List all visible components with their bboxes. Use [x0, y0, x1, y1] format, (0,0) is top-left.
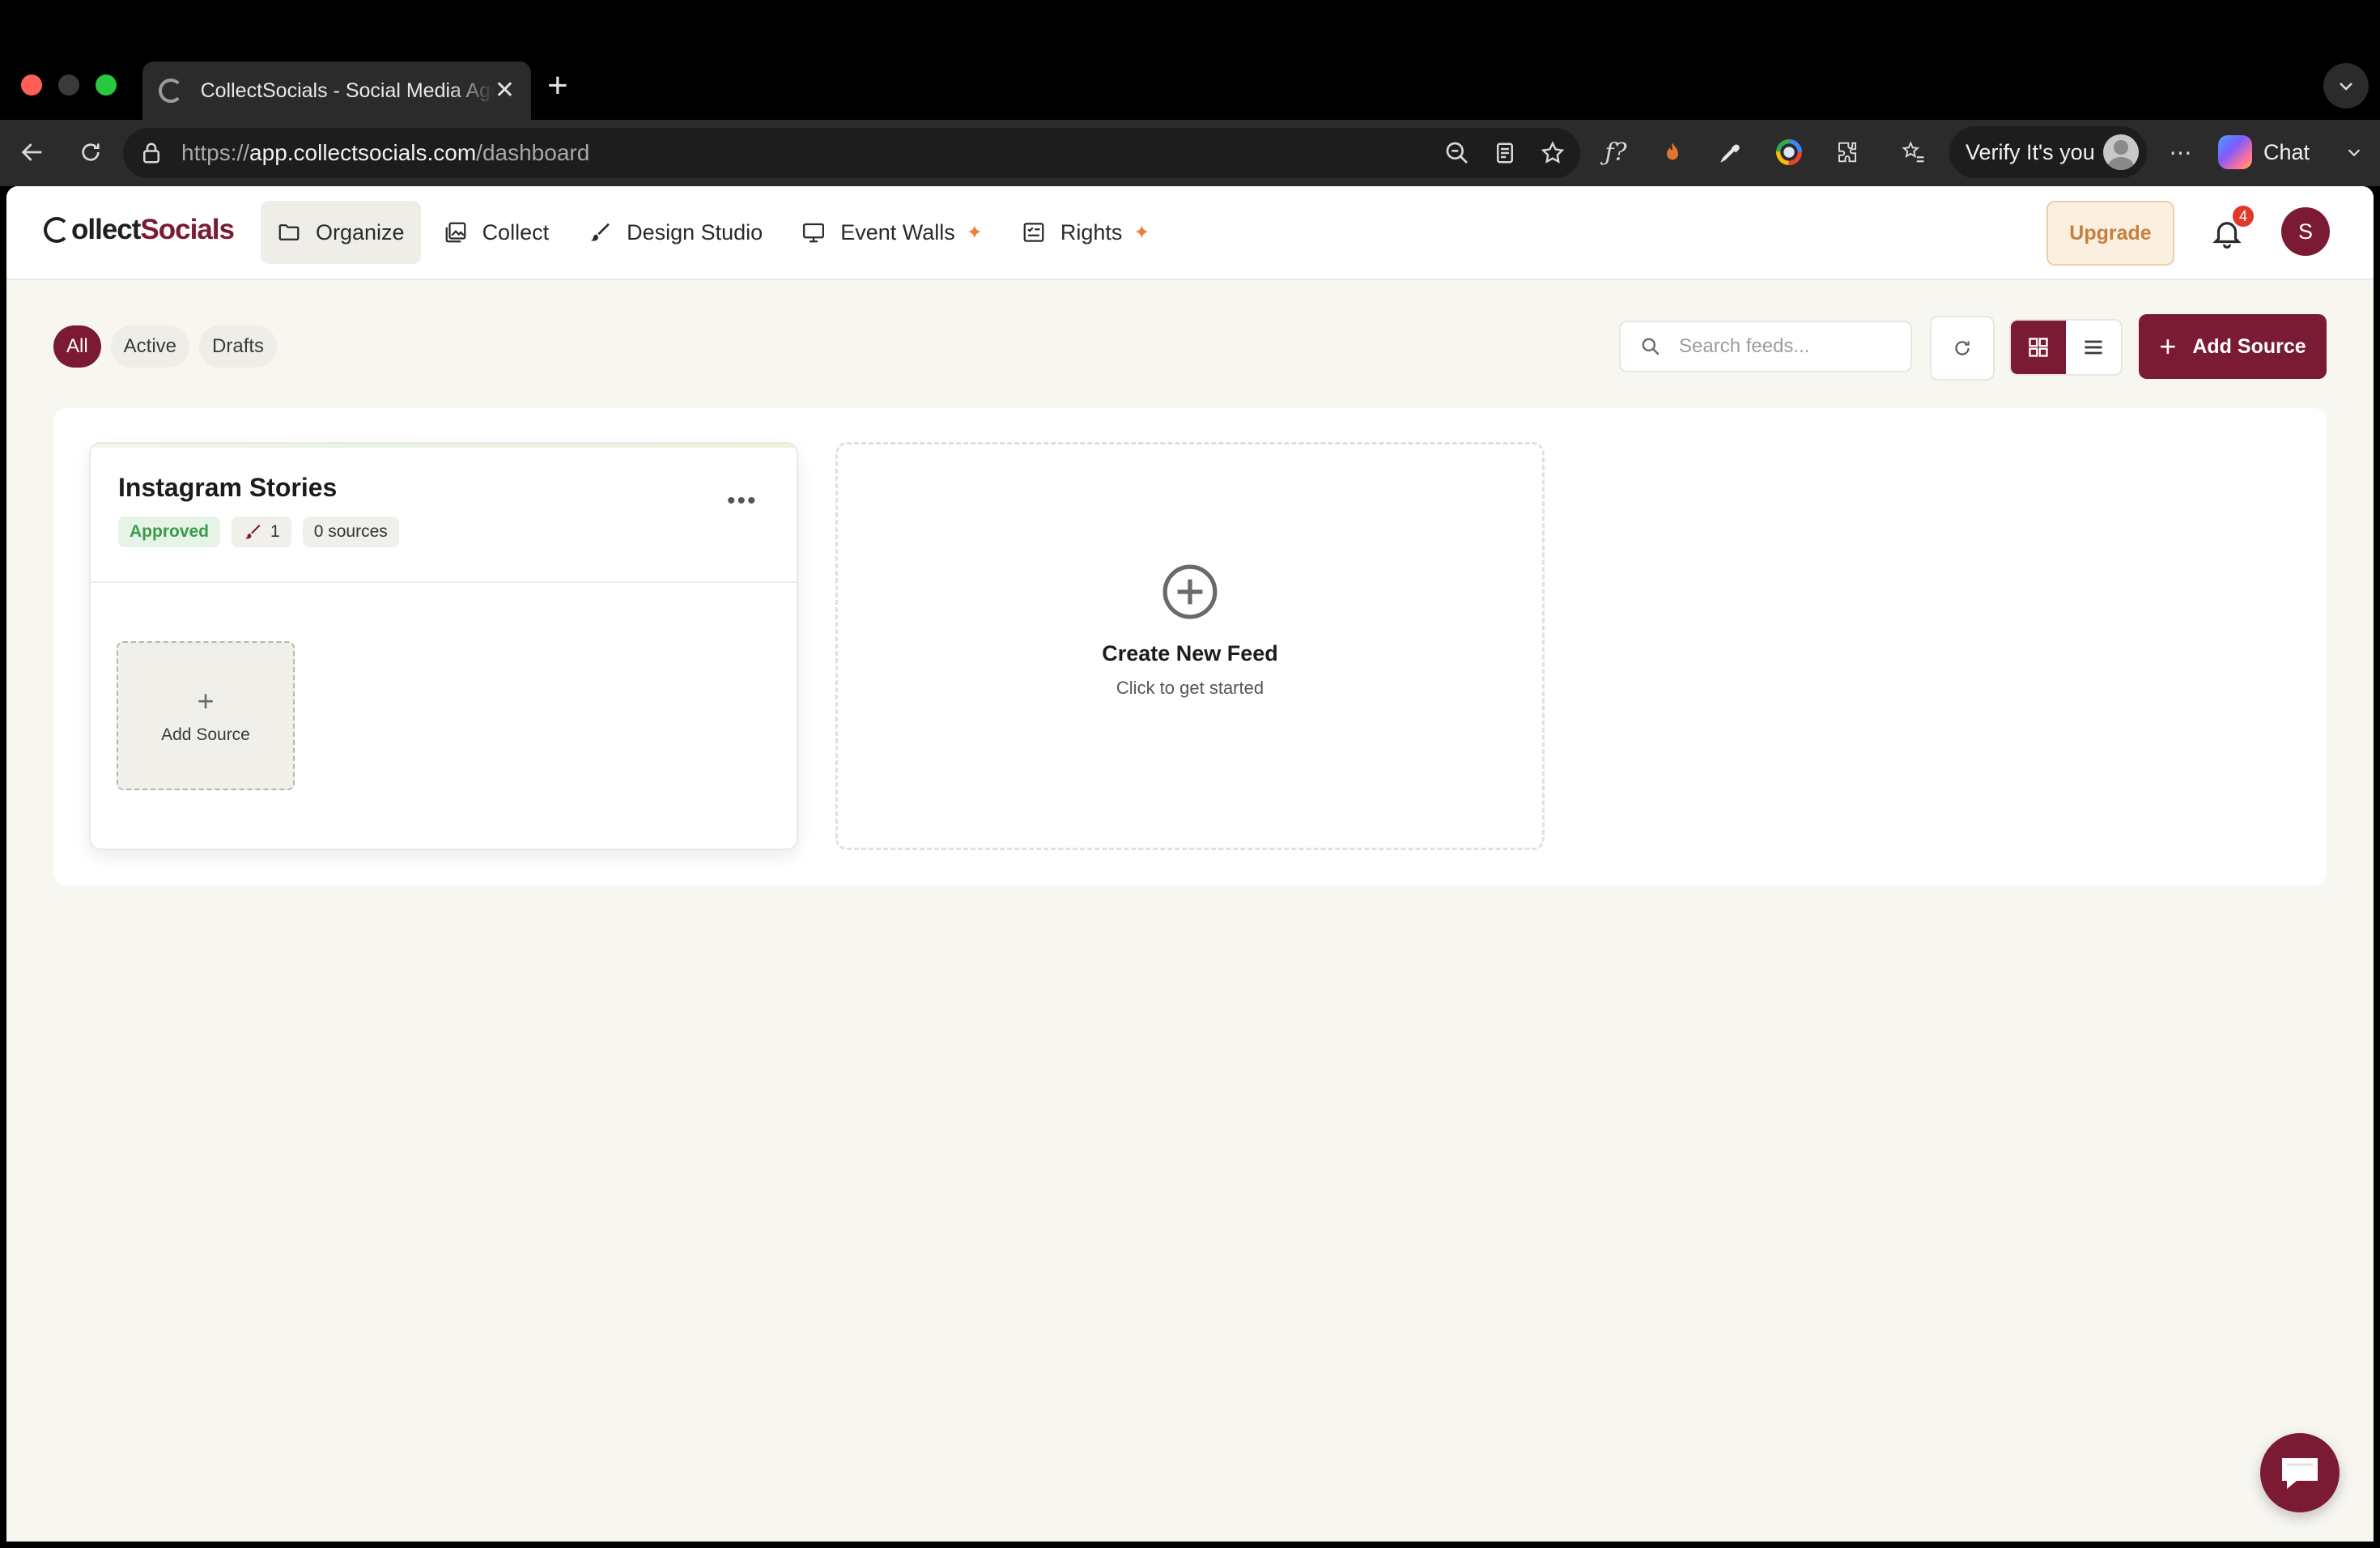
- add-source-button[interactable]: + Add Source: [2139, 314, 2327, 379]
- upgrade-button[interactable]: Upgrade: [2046, 201, 2174, 266]
- eyedropper-extension-icon[interactable]: [1711, 133, 1750, 172]
- folder-icon: [278, 224, 300, 240]
- feed-filters: All Active Drafts: [53, 325, 278, 368]
- browser-tab-strip: CollectSocials - Social Media Aggregator…: [0, 0, 2380, 120]
- list-view-button[interactable]: [2066, 321, 2121, 374]
- create-feed-subtitle: Click to get started: [1116, 677, 1264, 698]
- sparkle-icon: ✦: [966, 221, 983, 244]
- view-mode-toggle: [2009, 319, 2123, 376]
- reader-mode-icon[interactable]: [1493, 141, 1517, 165]
- verify-label: Verify It's you: [1966, 139, 2095, 164]
- plus-icon: +: [197, 684, 215, 717]
- profile-verify-button[interactable]: Verify It's you: [1949, 126, 2147, 178]
- rights-doc-icon: [1023, 223, 1044, 242]
- add-source-tile[interactable]: + Add Source: [117, 641, 295, 790]
- arrow-left-icon: [21, 143, 42, 161]
- window-zoom-button[interactable]: [96, 74, 117, 96]
- tab-title: CollectSocials - Social Media Aggregator: [200, 79, 495, 102]
- color-wheel-extension-icon[interactable]: [1770, 133, 1808, 172]
- main-nav: Organize Collect Design Studio Event Wal…: [261, 201, 1167, 264]
- favorites-list-icon[interactable]: [1894, 133, 1933, 172]
- feed-meta: Approved 1 0 sources: [118, 517, 399, 547]
- plus-icon: +: [2159, 330, 2177, 363]
- browser-toolbar: https://app.collectsocials.com/dashboard…: [0, 120, 2380, 186]
- app-page: ollect Socials Organize Collect Design St…: [6, 186, 2374, 1542]
- feed-title: Instagram Stories: [118, 473, 338, 502]
- support-chat-button[interactable]: [2260, 1433, 2340, 1512]
- status-badge: Approved: [118, 517, 221, 547]
- create-feed-title: Create New Feed: [1102, 640, 1278, 666]
- create-new-feed-card[interactable]: Create New Feed Click to get started: [835, 442, 1545, 850]
- search-placeholder: Search feeds...: [1679, 335, 1810, 357]
- refresh-icon: [1955, 341, 1970, 355]
- brush-icon: [590, 223, 610, 241]
- copilot-chat-button[interactable]: Chat: [2218, 131, 2363, 173]
- tab-close-icon[interactable]: ✕: [495, 79, 515, 103]
- card-divider: [91, 581, 797, 583]
- grid-icon: [2029, 338, 2048, 357]
- brush-icon: [245, 525, 261, 539]
- sources-count-badge: 0 sources: [302, 517, 399, 547]
- feeds-panel: Instagram Stories ••• Approved 1 0 sourc…: [53, 408, 2327, 886]
- loading-favicon-icon: [159, 79, 183, 103]
- url-text: https://app.collectsocials.com/dashboard: [181, 140, 590, 165]
- feed-card[interactable]: Instagram Stories ••• Approved 1 0 sourc…: [89, 442, 798, 850]
- extensions-puzzle-icon[interactable]: [1828, 133, 1867, 172]
- nav-event-walls[interactable]: Event Walls ✦: [785, 201, 999, 264]
- image-gallery-icon: [445, 222, 465, 243]
- zoom-out-icon[interactable]: [1444, 140, 1470, 166]
- reload-icon: [82, 143, 100, 161]
- chat-label: Chat: [2263, 139, 2310, 164]
- grid-view-button[interactable]: [2011, 321, 2066, 374]
- chat-bubble-icon: [2282, 1458, 2318, 1489]
- filter-all[interactable]: All: [53, 325, 101, 368]
- chevron-down-icon: [2348, 149, 2361, 157]
- browser-tab-active[interactable]: CollectSocials - Social Media Aggregator…: [142, 62, 531, 120]
- filter-active[interactable]: Active: [110, 325, 190, 368]
- nav-design-studio[interactable]: Design Studio: [572, 201, 779, 264]
- back-button[interactable]: [13, 133, 52, 172]
- copilot-logo-icon: [2218, 135, 2252, 169]
- nav-rights[interactable]: Rights ✦: [1005, 201, 1167, 264]
- flame-extension-icon[interactable]: [1653, 133, 1692, 172]
- star-icon[interactable]: [1540, 140, 1566, 166]
- card-accent-line: [91, 444, 797, 448]
- feed-menu-button[interactable]: •••: [727, 489, 758, 513]
- address-bar-tools: [1444, 128, 1566, 178]
- formula-extension-icon[interactable]: ƒ?: [1596, 133, 1635, 172]
- profile-avatar-icon: [2103, 134, 2139, 170]
- logo-c-icon: [44, 217, 70, 243]
- nav-collect[interactable]: Collect: [427, 201, 566, 264]
- user-avatar[interactable]: S: [2281, 207, 2330, 256]
- collectsocials-logo[interactable]: ollect Socials: [44, 214, 235, 246]
- search-input[interactable]: Search feeds...: [1619, 321, 1912, 372]
- screen: CollectSocials - Social Media Aggregator…: [0, 0, 2380, 1548]
- address-bar[interactable]: https://app.collectsocials.com/dashboard: [123, 128, 1580, 178]
- sparkle-icon: ✦: [1133, 221, 1150, 244]
- monitor-icon: [803, 223, 825, 243]
- window-close-button[interactable]: [21, 74, 42, 96]
- chevron-down-icon: [2340, 83, 2352, 91]
- notification-badge: 4: [2231, 204, 2255, 228]
- nav-organize[interactable]: Organize: [261, 201, 421, 264]
- lock-icon: [143, 142, 159, 164]
- refresh-button[interactable]: [1930, 316, 1995, 381]
- app-header: ollect Socials Organize Collect Design St…: [6, 186, 2374, 280]
- reload-button[interactable]: [71, 133, 110, 172]
- search-icon: [1642, 338, 1660, 355]
- design-count-badge: 1: [232, 517, 291, 547]
- more-options-icon[interactable]: ⋯: [2161, 133, 2200, 172]
- list-icon: [2085, 340, 2102, 355]
- new-tab-button[interactable]: +: [547, 68, 568, 104]
- plus-circle-icon: [1162, 564, 1218, 619]
- window-minimize-button[interactable]: [58, 74, 79, 96]
- filter-drafts[interactable]: Drafts: [199, 325, 278, 368]
- tab-search-button[interactable]: [2323, 63, 2369, 108]
